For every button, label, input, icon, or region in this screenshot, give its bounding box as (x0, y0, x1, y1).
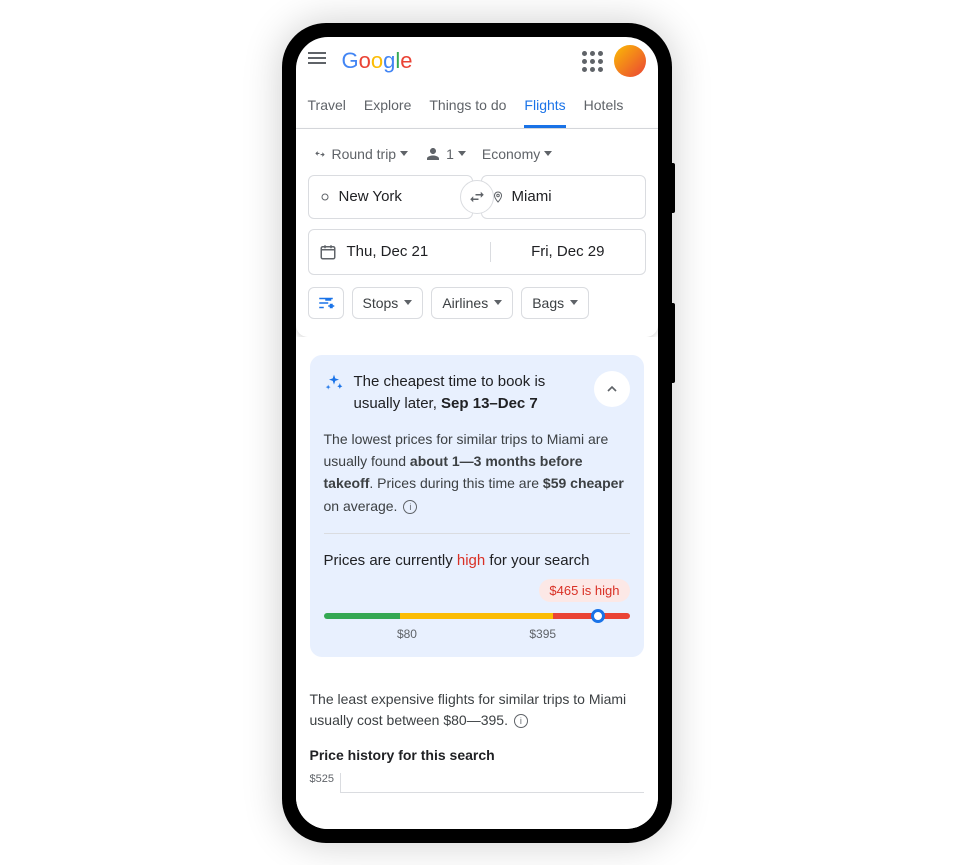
collapse-button[interactable] (594, 371, 630, 407)
nav-tabs: Travel Explore Things to do Flights Hote… (296, 85, 658, 129)
filter-airlines[interactable]: Airlines (431, 287, 513, 319)
all-filters-button[interactable] (308, 287, 344, 319)
chevron-down-icon (494, 300, 502, 305)
sparkle-icon (324, 373, 344, 393)
destination-input[interactable] (481, 175, 646, 219)
insight-body: The lowest prices for similar trips to M… (324, 428, 630, 518)
menu-icon[interactable] (308, 49, 332, 73)
date-picker[interactable]: Thu, Dec 21 Fri, Dec 29 (308, 229, 646, 275)
price-marker (591, 609, 605, 623)
chevron-down-icon (400, 151, 408, 156)
origin-input[interactable] (308, 175, 473, 219)
return-date: Fri, Dec 29 (501, 243, 635, 260)
swap-vert-icon (312, 147, 328, 161)
price-footer-card: The least expensive flights for similar … (310, 657, 644, 793)
price-range-text: The least expensive flights for similar … (310, 689, 644, 731)
google-logo[interactable]: Google (342, 48, 413, 74)
tab-explore[interactable]: Explore (364, 85, 411, 128)
price-bar-labels: $80$395 (324, 627, 630, 641)
chevron-down-icon (458, 151, 466, 156)
price-range-bar (324, 613, 630, 619)
search-panel: Round trip 1 Economy (296, 129, 658, 337)
depart-date: Thu, Dec 21 (347, 243, 481, 260)
price-insight-card: The cheapest time to book is usually lat… (310, 355, 644, 657)
price-history-title: Price history for this search (310, 747, 644, 763)
tune-icon (317, 294, 335, 312)
filter-stops[interactable]: Stops (352, 287, 424, 319)
swap-horiz-icon (468, 188, 486, 206)
destination-field[interactable] (512, 188, 635, 205)
passenger-count: 1 (446, 146, 454, 162)
info-icon[interactable]: i (403, 500, 417, 514)
price-status-text: Prices are currently high for your searc… (324, 550, 630, 573)
tab-flights[interactable]: Flights (524, 85, 565, 128)
app-header: Google (296, 37, 658, 85)
tab-travel[interactable]: Travel (308, 85, 346, 128)
cabin-label: Economy (482, 146, 540, 162)
apps-icon[interactable] (580, 49, 604, 73)
price-badge: $465 is high (539, 579, 629, 602)
chevron-down-icon (404, 300, 412, 305)
chevron-up-icon (604, 381, 620, 397)
insight-headline: The cheapest time to book is usually lat… (354, 371, 584, 416)
avatar[interactable] (614, 45, 646, 77)
price-history-chart: $525 (310, 773, 644, 793)
swap-locations-button[interactable] (460, 180, 494, 214)
filter-bags[interactable]: Bags (521, 287, 589, 319)
person-icon (424, 145, 442, 163)
results-content: The cheapest time to book is usually lat… (296, 337, 658, 829)
chevron-down-icon (570, 300, 578, 305)
tab-hotels[interactable]: Hotels (584, 85, 624, 128)
trip-type-select[interactable]: Round trip (312, 146, 409, 162)
trip-type-label: Round trip (332, 146, 397, 162)
chevron-down-icon (544, 151, 552, 156)
passenger-select[interactable]: 1 (424, 145, 466, 163)
circle-icon (319, 190, 331, 204)
calendar-icon (319, 243, 337, 261)
cabin-select[interactable]: Economy (482, 146, 552, 162)
info-icon[interactable]: i (514, 714, 528, 728)
tab-things[interactable]: Things to do (429, 85, 506, 128)
origin-field[interactable] (339, 188, 462, 205)
